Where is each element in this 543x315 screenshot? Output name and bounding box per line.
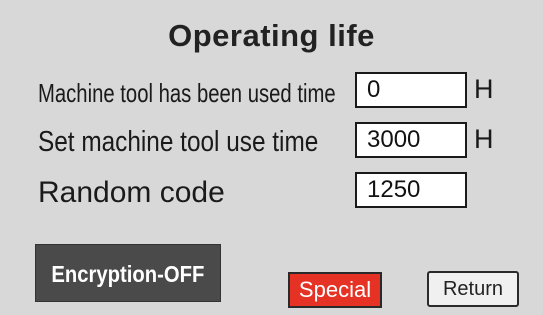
set-use-time-label: Set machine tool use time [38,126,319,158]
encryption-toggle-label: Encryption-OFF [51,261,205,287]
page-title: Operating life [168,18,375,53]
return-button[interactable]: Return [427,271,519,307]
random-code-field[interactable]: 1250 [355,172,467,208]
set-use-time-field[interactable]: 3000 [355,122,467,158]
encryption-toggle-button[interactable]: Encryption-OFF [35,244,221,302]
set-use-time-unit: H [474,124,494,154]
used-time-label: Machine tool has been used time [38,78,336,108]
used-time-unit: H [474,74,494,104]
special-button[interactable]: Special [288,272,382,308]
used-time-field[interactable]: 0 [355,72,467,108]
random-code-label: Random code [38,176,225,209]
